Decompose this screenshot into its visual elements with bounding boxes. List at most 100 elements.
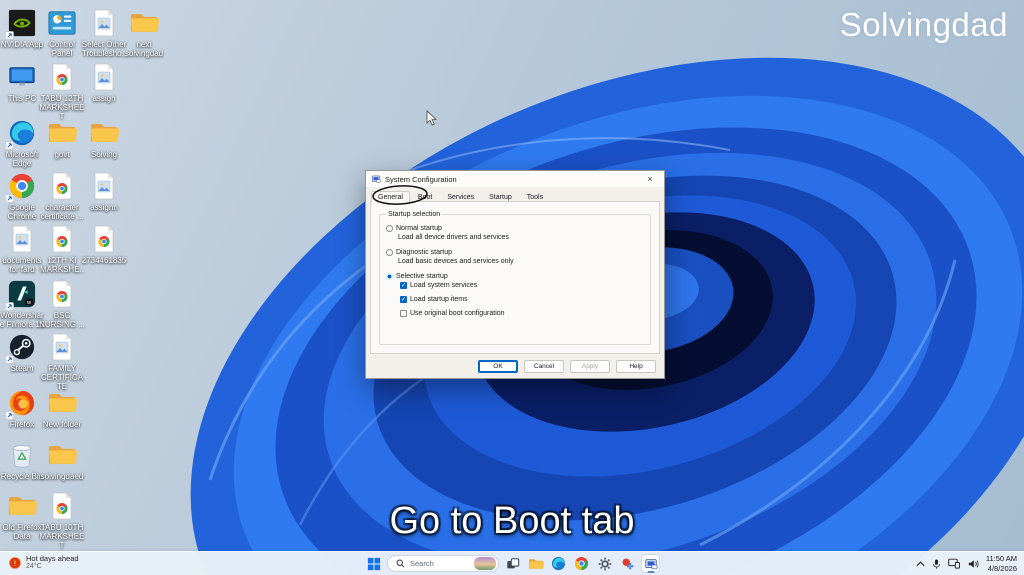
desktop-icon-label: TABU 10TH MARKSHEET — [39, 523, 85, 551]
desktop-icon-label: assignn — [90, 203, 118, 212]
help-button[interactable]: Help — [616, 360, 656, 373]
speaker-icon[interactable] — [967, 559, 979, 569]
desktop-icon-new-folder[interactable]: New folder — [39, 388, 85, 429]
chromedoc-icon — [47, 279, 77, 309]
taskbar-file-explorer-icon[interactable] — [526, 554, 545, 573]
taskbar-edge-icon[interactable] — [549, 554, 568, 573]
desktop-icon-govt[interactable]: govt — [39, 118, 85, 159]
clock-time: 11:50 AM — [985, 554, 1017, 564]
desktop-icon-character-certificate[interactable]: character certificate ... — [39, 171, 85, 221]
taskbar-settings-icon[interactable] — [595, 554, 614, 573]
checkbox-label: Load startup items — [410, 296, 468, 303]
svg-text:!: ! — [14, 560, 16, 567]
radio-button[interactable] — [386, 273, 393, 280]
desktop-icon-solvingdaed[interactable]: solvingdaed — [39, 440, 85, 481]
groupbox-label: Startup selection — [386, 211, 443, 218]
desktop-icon-label: govt — [54, 150, 70, 159]
msconfig-icon — [371, 175, 381, 183]
chromedoc-icon — [47, 171, 77, 201]
weather-temperature: 24°C — [26, 563, 42, 570]
imagefile-icon — [89, 171, 119, 201]
option-description: Load basic devices and services only — [398, 258, 514, 265]
taskbar-search-box[interactable]: Search — [387, 555, 499, 572]
steam-icon — [5, 332, 37, 364]
desktop-icon-assignn[interactable]: assignn — [81, 171, 127, 212]
apply-button[interactable]: Apply — [570, 360, 610, 373]
desktop-icon-label: Solving — [90, 150, 118, 159]
taskbar-task-view-icon[interactable] — [503, 554, 522, 573]
controlpanel-icon — [47, 8, 77, 38]
chevron-up-icon[interactable] — [916, 560, 925, 567]
desktop-icon-next-solvingdad[interactable]: next solvingdad — [121, 8, 167, 58]
imagefile-icon — [89, 8, 119, 38]
tab-general[interactable]: General — [371, 191, 410, 203]
edge-icon — [5, 118, 37, 150]
dialog-title: System Configuration — [385, 174, 457, 184]
desktop-icon-assign[interactable]: assign — [81, 62, 127, 103]
desktop-icon-bsc-nursing[interactable]: BSC NURSING ... — [39, 279, 85, 329]
microphone-icon[interactable] — [932, 558, 941, 570]
taskbar-clock[interactable]: 11:50 AM 4/8/2026 — [986, 554, 1017, 573]
desktop-icon-family-certificate[interactable]: FAMILY CERTIFICATE — [39, 332, 85, 392]
chromedoc-icon — [89, 224, 119, 254]
chromedoc-icon — [47, 224, 77, 254]
taskbar-weather-widget[interactable]: ! Hot days ahead 24°C — [8, 554, 79, 571]
taskbar-center-icons: Search — [364, 552, 660, 575]
radio-label: Selective startup — [396, 273, 448, 280]
taskbar-system-configuration-icon[interactable] — [641, 554, 660, 573]
checkbox-load-system-services[interactable]: ✓ Load system services — [400, 281, 644, 290]
radio-normal-startup[interactable]: Normal startup — [386, 224, 644, 233]
cast-display-icon[interactable] — [948, 558, 960, 569]
active-app-indicator — [647, 571, 654, 573]
desktop-icon-tabu-10th-marksheet[interactable]: TABU 10TH MARKSHEET — [39, 491, 85, 551]
taskbar-start-button[interactable] — [364, 554, 383, 573]
checkbox[interactable]: ✓ — [400, 282, 407, 289]
taskbar-pinned-app-icon[interactable] — [618, 554, 637, 573]
chromedoc-icon — [47, 62, 77, 92]
desktop-icon-12th-ki-markshe[interactable]: 12TH KI MARKSHE... — [39, 224, 85, 284]
checkbox-load-startup-items[interactable]: ✓ Load startup items — [400, 295, 644, 304]
general-tab-page: Startup selection Normal startup Load all… — [370, 201, 660, 354]
radio-label: Normal startup — [396, 225, 442, 232]
checkbox[interactable] — [400, 310, 407, 317]
desktop-icon-label: Recycle Bin — [0, 472, 44, 481]
taskbar: ! Hot days ahead 24°C Search 11:50 AM 4/… — [0, 551, 1024, 575]
cancel-button[interactable]: Cancel — [524, 360, 564, 373]
desktop-icon-2734461835[interactable]: 2734461835 — [81, 224, 127, 265]
ok-button[interactable]: OK — [478, 360, 518, 373]
desktop-icon-control-panel[interactable]: Control Panel — [39, 8, 85, 58]
desktop-icon-label: BSC NURSING ... — [39, 311, 85, 330]
folder-icon — [7, 491, 37, 521]
checkbox-use-original-boot-configuration[interactable]: Use original boot configuration — [400, 309, 644, 318]
weather-alert-icon: ! — [8, 556, 22, 569]
desktop-icon-label: solvingdaed — [40, 472, 84, 481]
checkbox-label: Use original boot configuration — [410, 310, 505, 317]
filmora-icon: w — [5, 279, 37, 311]
search-icon — [396, 559, 405, 568]
radio-button[interactable] — [386, 249, 393, 256]
desktop-icon-label: Control Panel — [49, 40, 75, 59]
checkbox-label: Load system services — [410, 282, 478, 289]
dialog-titlebar[interactable]: System Configuration × — [366, 171, 664, 187]
desktop-icon-label: character certificate ... — [40, 203, 84, 222]
desktop-icon-label: NVIDIA App — [0, 40, 44, 49]
radio-button[interactable] — [386, 225, 393, 232]
nvidia-icon — [5, 8, 37, 40]
recycle-icon — [7, 440, 37, 470]
imagefile-icon — [89, 62, 119, 92]
thispc-icon — [7, 62, 37, 92]
desktop-icon-solving[interactable]: Solving — [81, 118, 127, 159]
radio-selective-startup[interactable]: Selective startup — [386, 272, 644, 281]
taskbar-chrome-icon[interactable] — [572, 554, 591, 573]
radio-diagnostic-startup[interactable]: Diagnostic startup — [386, 248, 644, 257]
startup-options: Normal startup Load all device drivers an… — [386, 224, 644, 318]
desktop-icon-tabu-12th-marksheet[interactable]: TABU 12TH MARKSHEET — [39, 62, 85, 122]
desktop-icon-label: This PC — [7, 94, 37, 103]
close-icon[interactable]: × — [641, 174, 659, 184]
clock-date: 4/8/2026 — [987, 563, 1017, 573]
desktop-icon-label: next solvingdad — [124, 40, 164, 59]
checkbox[interactable]: ✓ — [400, 296, 407, 303]
startup-selection-groupbox: Startup selection Normal startup Load all… — [379, 211, 651, 345]
channel-watermark: Solvingdad — [839, 6, 1008, 43]
chrome-icon — [5, 171, 37, 203]
